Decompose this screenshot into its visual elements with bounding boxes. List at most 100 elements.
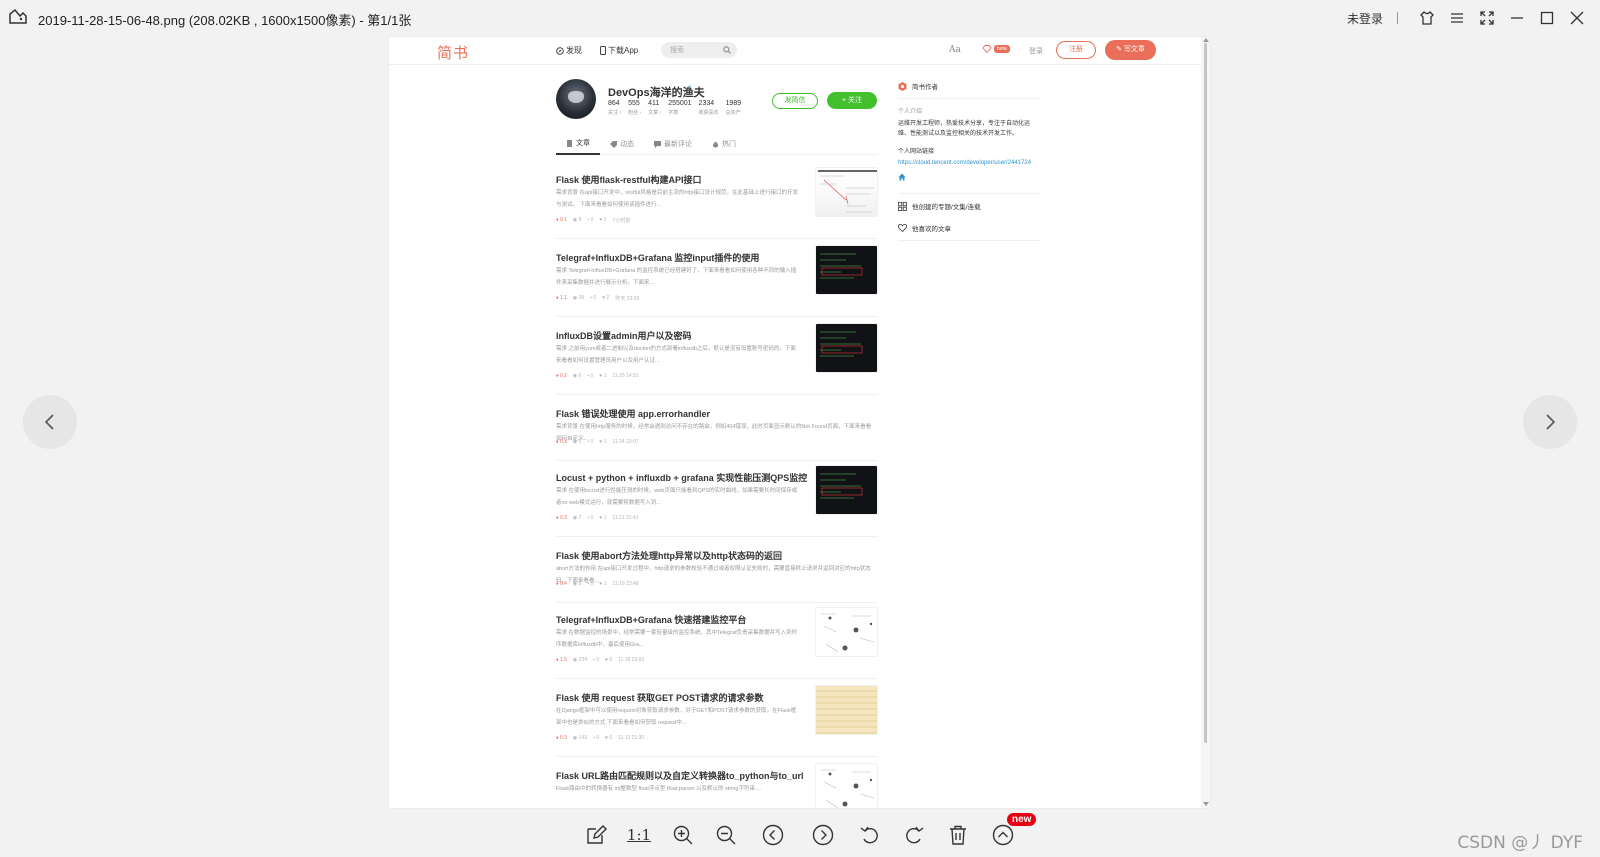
zoom-out-icon[interactable] (713, 822, 739, 848)
list-item[interactable]: Flask URL路由匹配规则以及自定义转换器to_python与to_url F… (556, 763, 878, 808)
stat-followers[interactable]: 555 粉丝 › (628, 100, 641, 116)
close-icon[interactable] (1562, 0, 1592, 36)
list-item[interactable]: Telegraf+InfluxDB+Grafana 快速搭建监控平台 需求 在数据… (556, 607, 878, 679)
article-thumbnail[interactable] (815, 465, 878, 515)
profile-tabs: 文章 动态 最新评论 热门 (556, 133, 878, 155)
intro-text: 运维开发工程师，热爱技术分享，专注于自动化运维、性能测试以及监控相关的技术开发工… (898, 121, 1031, 137)
next-circle-icon[interactable] (810, 822, 836, 848)
article-title[interactable]: Flask 使用flask-restful构建API接口 (556, 173, 702, 186)
article-thumbnail[interactable] (815, 245, 878, 295)
previous-image-button[interactable] (23, 395, 77, 449)
font-size-toggle[interactable]: Aa (949, 45, 961, 55)
delete-icon[interactable] (945, 822, 971, 848)
next-image-button[interactable] (1523, 395, 1577, 449)
meta-views: ◉ 26 (572, 295, 585, 301)
site-link[interactable]: https://cloud.tencent.com/developer/user… (898, 158, 1040, 168)
tab-articles[interactable]: 文章 (556, 133, 600, 155)
article-thumbnail[interactable] (815, 763, 878, 808)
rotate-left-icon[interactable] (857, 822, 883, 848)
tab-activity[interactable]: 动态 (600, 133, 644, 155)
list-item[interactable]: Telegraf+InfluxDB+Grafana 监控input插件的使用 需求… (556, 245, 878, 317)
meta-gem: ♦ 1.1 (556, 295, 567, 301)
maximize-icon[interactable] (1532, 0, 1562, 36)
jianshu-author-icon (898, 81, 907, 91)
rotate-right-icon[interactable] (901, 822, 927, 848)
register-button[interactable]: 注册 (1056, 41, 1096, 59)
meta-gem: ♦ 0.1 (556, 217, 567, 223)
meta-comments: ▪ 0 (587, 217, 594, 223)
minimize-icon[interactable] (1502, 0, 1532, 36)
article-thumbnail[interactable] (815, 323, 878, 373)
beta-diamond[interactable]: beta (982, 45, 1010, 53)
gender-male-icon: ♂ (685, 83, 693, 94)
fullscreen-icon[interactable] (1472, 0, 1502, 36)
meta-gem: ♦ 0.3 (556, 515, 567, 521)
sidebar-divider (898, 98, 1040, 99)
actual-size-button[interactable]: 1:1 (626, 822, 652, 848)
list-item[interactable]: Flask 错误处理使用 app.errorhandler 需求背景 在使用htt… (556, 407, 878, 461)
watermark: CSDN @丿 DYF (1457, 833, 1583, 853)
login-link[interactable]: 未登录 (1347, 10, 1383, 27)
meta-comments: ▪ 0 (593, 735, 599, 741)
jianshu-login-link[interactable]: 登录 (1029, 46, 1043, 56)
image-scrollbar[interactable] (1201, 37, 1210, 808)
skin-icon[interactable] (1412, 0, 1442, 36)
article-title[interactable]: Telegraf+InfluxDB+Grafana 快速搭建监控平台 (556, 613, 746, 626)
previous-circle-icon[interactable] (760, 822, 786, 848)
meta-comments: ▪ 0 (587, 515, 594, 521)
jianshu-header: 简书 发现 下载App 搜索 Aa beta 登录 注册 ✎ 写文章 (389, 37, 1201, 65)
search-icon (723, 46, 731, 54)
nav-discover[interactable]: 发现 (556, 45, 582, 56)
list-item[interactable]: Flask 使用flask-restful构建API接口 需求背景 在api接口开… (556, 167, 878, 239)
article-title[interactable]: Locust + python + influxdb + grafana 实现性… (556, 471, 807, 484)
displayed-image: 简书 发现 下载App 搜索 Aa beta 登录 注册 ✎ 写文章 DevOp… (389, 37, 1210, 808)
jianshu-search-input[interactable]: 搜索 (661, 42, 737, 58)
sidebar-liked-articles[interactable]: 他喜欢的文章 (898, 223, 1040, 233)
article-title[interactable]: Flask 使用 request 获取GET POST请求的请求参数 (556, 691, 764, 704)
follow-button[interactable]: + 关注 (827, 92, 877, 109)
meta-likes: ♥ 2 (599, 217, 607, 223)
tab-latest-comments[interactable]: 最新评论 (644, 133, 702, 155)
phone-icon (600, 46, 606, 55)
article-thumbnail[interactable] (815, 167, 878, 217)
meta-comments: ▪ 0 (590, 295, 597, 301)
scroll-up-arrow-icon[interactable] (1203, 38, 1209, 42)
nav-download-app[interactable]: 下载App (600, 45, 638, 56)
meta-comments: ▪ 0 (587, 373, 594, 379)
article-title[interactable]: InfluxDB设置admin用户以及密码 (556, 329, 692, 342)
scroll-down-arrow-icon[interactable] (1203, 802, 1209, 806)
list-item[interactable]: Flask 使用abort方法处理http异常以及http状态码的返回 abort… (556, 549, 878, 603)
list-item[interactable]: InfluxDB设置admin用户以及密码需求 之前用yum或者二进制以及doc… (556, 323, 878, 395)
article-title[interactable]: Telegraf+InfluxDB+Grafana 监控input插件的使用 (556, 251, 759, 264)
meta-likes: ♥ 1 (599, 439, 607, 445)
meta-gem: ♦ 0.3 (556, 439, 567, 445)
article-thumbnail[interactable] (815, 607, 878, 657)
article-title[interactable]: Flask URL路由匹配规则以及自定义转换器to_python与to_url (556, 769, 804, 782)
meta-gem: ♦ 0.3 (556, 735, 567, 741)
stat-following[interactable]: 864 关注 › (608, 100, 621, 116)
stat-articles[interactable]: 411 文章 › (648, 100, 661, 116)
zoom-in-icon[interactable] (670, 822, 696, 848)
jianshu-logo[interactable]: 简书 (437, 42, 469, 63)
article-time: 11.19 23:48 (612, 581, 639, 587)
avatar[interactable] (556, 79, 596, 119)
article-abstract: 需求 之前用yum或者二进制以及docker的方式部署influxdb之后，默认… (556, 346, 796, 364)
meta-views: ◉ 234 (572, 657, 588, 663)
tab-popular[interactable]: 热门 (702, 133, 746, 155)
list-item[interactable]: Flask 使用 request 获取GET POST请求的请求参数 在Djang… (556, 685, 878, 757)
list-item[interactable]: Locust + python + influxdb + grafana 实现性… (556, 465, 878, 537)
menu-icon[interactable] (1442, 0, 1472, 36)
fire-icon (712, 140, 719, 147)
write-article-button[interactable]: ✎ 写文章 (1105, 40, 1156, 60)
article-thumbnail[interactable] (815, 685, 878, 735)
sidebar-topics[interactable]: 他创建的专题/文集/连载 (898, 201, 1040, 211)
send-message-button[interactable]: 发简信 (772, 93, 818, 109)
home-icon[interactable] (898, 173, 906, 181)
article-title[interactable]: Flask 使用abort方法处理http异常以及http状态码的返回 (556, 549, 782, 562)
profile-sidebar: 简书作者 个人介绍 运维开发工程师，热爱技术分享，专注于自动化运维、性能测试以及… (898, 81, 1040, 248)
meta-gem: ♦ 0.2 (556, 373, 567, 379)
search-placeholder: 搜索 (670, 47, 684, 54)
article-title[interactable]: Flask 错误处理使用 app.errorhandler (556, 407, 710, 420)
edit-icon[interactable] (583, 822, 609, 848)
scrollbar-thumb[interactable] (1204, 43, 1207, 743)
